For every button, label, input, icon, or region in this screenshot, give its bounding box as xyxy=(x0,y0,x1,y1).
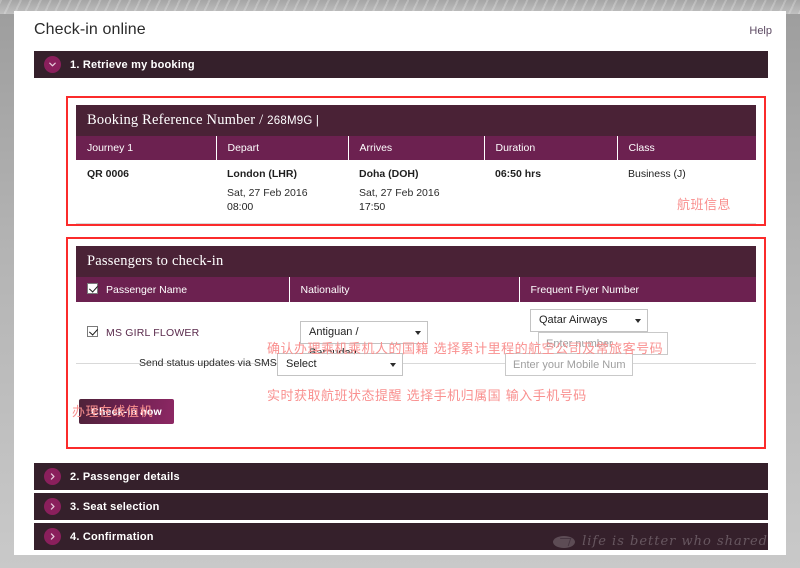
chevron-right-icon xyxy=(44,468,61,485)
booking-reference-value: 268M9G | xyxy=(267,115,320,127)
annotation-checkin: 办理在线值机 xyxy=(72,405,154,420)
col-nationality: Nationality xyxy=(289,277,520,302)
accordion-label: 2. Passenger details xyxy=(70,470,180,483)
col-class: Class xyxy=(617,136,756,160)
help-link[interactable]: Help xyxy=(749,25,772,37)
passenger-name-value: MS GIRL FLOWER xyxy=(106,326,200,339)
col-passenger-name-label: Passenger Name xyxy=(106,284,188,296)
accordion-header-seat-selection[interactable]: 3. Seat selection xyxy=(34,493,768,520)
col-journey: Journey 1 xyxy=(76,136,217,160)
col-depart: Depart xyxy=(216,136,349,160)
depart-time: 08:00 xyxy=(227,200,254,213)
annotation-sms: 实时获取航班状态提醒 选择手机归属国 输入手机号码 xyxy=(267,389,587,404)
sms-label: Send status updates via SMS xyxy=(139,357,277,369)
cell-arrives: Doha (DOH) Sat, 27 Feb 2016 17:50 xyxy=(348,160,484,224)
accordion-header-confirmation[interactable]: 4. Confirmation xyxy=(34,523,768,550)
accordion-header-passenger-details[interactable]: 2. Passenger details xyxy=(34,463,768,490)
col-passenger-name: Passenger Name xyxy=(76,277,290,302)
col-duration: Duration xyxy=(484,136,618,160)
col-arrives: Arrives xyxy=(348,136,485,160)
bottom-accordions: 2. Passenger details 3. Seat selection 4… xyxy=(14,463,786,550)
chevron-right-icon xyxy=(44,528,61,545)
duration-value: 06:50 hrs xyxy=(495,168,542,180)
depart-date: Sat, 27 Feb 2016 xyxy=(227,187,308,199)
flight-table: Journey 1 Depart Arrives Duration Class … xyxy=(76,136,756,224)
chevron-down-icon xyxy=(390,363,396,367)
cell-class: Business (J) xyxy=(617,160,756,224)
chevron-right-icon xyxy=(44,498,61,515)
accordion-label: 1. Retrieve my booking xyxy=(70,58,195,71)
passenger-select-checkbox[interactable] xyxy=(87,325,98,337)
booking-reference-panel: Booking Reference Number / 268M9G | Jour… xyxy=(76,105,756,224)
checkin-page: Check-in online Help 1. Retrieve my book… xyxy=(14,11,786,555)
accordion-header-retrieve-booking[interactable]: 1. Retrieve my booking xyxy=(34,51,768,78)
page-header: Check-in online Help xyxy=(14,11,786,51)
arrive-time: 17:50 xyxy=(359,200,386,213)
depart-city: London (LHR) xyxy=(227,168,297,180)
table-row: QR 0006 London (LHR) Sat, 27 Feb 2016 08… xyxy=(76,160,756,224)
passengers-panel-title: Passengers to check-in xyxy=(76,246,756,277)
frequent-flyer-airline-value: Qatar Airways xyxy=(539,314,608,326)
sms-country-value: Select xyxy=(286,358,317,370)
frequent-flyer-airline-select[interactable]: Qatar Airways xyxy=(530,309,648,332)
booking-panel-title: Booking Reference Number / 268M9G | xyxy=(76,105,756,136)
booking-panel-title-text: Booking Reference Number / xyxy=(87,112,264,128)
select-all-checkbox[interactable] xyxy=(87,283,98,294)
cell-depart: London (LHR) Sat, 27 Feb 2016 08:00 xyxy=(216,160,348,224)
cell-flight-number: QR 0006 xyxy=(76,160,216,224)
accordion-label: 4. Confirmation xyxy=(70,530,154,543)
chevron-down-icon xyxy=(635,319,641,323)
chevron-down-icon xyxy=(415,330,421,335)
annotation-flight-info: 航班信息 xyxy=(677,198,732,213)
accordion-label: 3. Seat selection xyxy=(70,500,160,513)
flight-table-header-row: Journey 1 Depart Arrives Duration Class xyxy=(76,136,756,160)
flight-number-value: QR 0006 xyxy=(87,168,130,180)
chevron-down-icon xyxy=(44,56,61,73)
arrive-date: Sat, 27 Feb 2016 xyxy=(359,187,440,199)
annotation-nationality: 确认办理乘机乘机人的国籍 选择累计里程的航空公司及常旅客号码 xyxy=(267,342,664,357)
arrive-city: Doha (DOH) xyxy=(359,168,419,180)
page-title: Check-in online xyxy=(34,21,146,38)
col-frequent-flyer: Frequent Flyer Number xyxy=(519,277,756,302)
passengers-table-header-row: Passenger Name Nationality Frequent Flye… xyxy=(76,277,756,302)
cell-duration: 06:50 hrs xyxy=(484,160,617,224)
